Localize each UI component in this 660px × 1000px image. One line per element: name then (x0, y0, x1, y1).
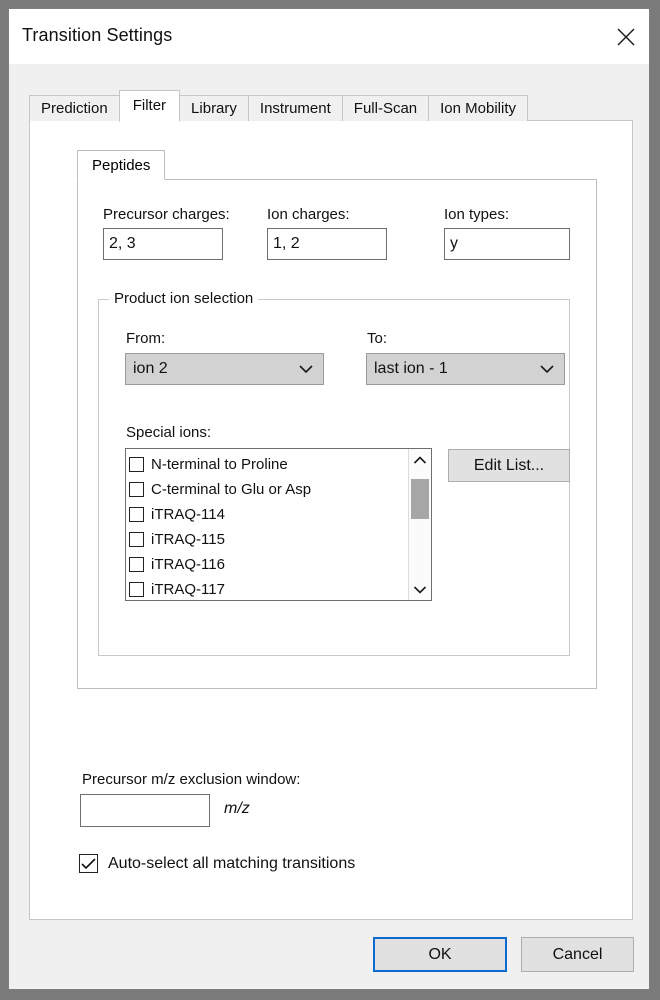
tab-full-scan[interactable]: Full-Scan (341, 95, 430, 121)
auto-select-checkbox-row[interactable]: Auto-select all matching transitions (79, 854, 355, 873)
from-label: From: (126, 330, 166, 347)
scroll-up-icon[interactable] (409, 449, 431, 471)
tab-filter[interactable]: Filter (118, 90, 181, 122)
checkbox-icon[interactable] (129, 457, 144, 472)
window-title: Transition Settings (22, 25, 173, 45)
list-item-label: C-terminal to Glu or Asp (151, 481, 312, 498)
from-dropdown-value: ion 2 (133, 360, 168, 377)
ion-charges-label: Ion charges: (267, 206, 350, 223)
list-item[interactable]: N-terminal to Proline (129, 452, 408, 477)
auto-select-label: Auto-select all matching transitions (108, 854, 356, 872)
checkbox-icon[interactable] (129, 482, 144, 497)
tab-instrument[interactable]: Instrument (247, 95, 343, 121)
precursor-charges-input[interactable]: 2, 3 (103, 228, 223, 260)
to-dropdown-value: last ion - 1 (374, 360, 448, 377)
filter-tab-page: Peptides Precursor charges: 2, 3 Ion cha… (29, 120, 633, 920)
list-item-label: iTRAQ-117 (151, 581, 225, 598)
exclusion-window-input[interactable] (80, 794, 210, 827)
title-bar: Transition Settings (9, 9, 649, 64)
exclusion-window-label: Precursor m/z exclusion window: (82, 771, 301, 788)
tab-ion-mobility[interactable]: Ion Mobility (428, 95, 529, 121)
to-label: To: (367, 330, 388, 347)
ion-types-label: Ion types: (444, 206, 510, 223)
product-ion-selection-group: Product ion selection From: ion 2 To: la… (98, 290, 570, 656)
special-ions-label: Special ions: (126, 424, 212, 441)
transition-settings-dialog: Transition Settings Prediction Filter Li… (8, 8, 650, 990)
chevron-down-glyph (540, 365, 554, 374)
checkmark-glyph (81, 857, 96, 869)
special-ions-listbox[interactable]: N-terminal to Proline C-terminal to Glu … (125, 448, 432, 601)
to-dropdown[interactable]: last ion - 1 (366, 353, 565, 385)
tab-prediction[interactable]: Prediction (29, 95, 120, 121)
chevron-up-glyph (413, 455, 427, 464)
chevron-down-icon (298, 354, 314, 384)
list-item-label: iTRAQ-116 (151, 556, 225, 573)
cancel-button[interactable]: Cancel (521, 937, 634, 972)
list-item[interactable]: iTRAQ-117 (129, 577, 408, 600)
list-item-label: N-terminal to Proline (151, 456, 288, 473)
list-item[interactable]: iTRAQ-116 (129, 552, 408, 577)
edit-list-button[interactable]: Edit List... (448, 449, 570, 482)
checkbox-icon[interactable] (79, 854, 98, 873)
checkbox-icon[interactable] (129, 582, 144, 597)
peptides-tabstrip: Peptides (77, 150, 166, 180)
tab-peptides[interactable]: Peptides (77, 150, 166, 180)
special-ions-scrollbar[interactable] (408, 449, 431, 600)
list-item[interactable]: C-terminal to Glu or Asp (129, 477, 408, 502)
chevron-down-glyph (299, 365, 313, 374)
list-item-label: iTRAQ-114 (151, 506, 225, 523)
special-ions-list: N-terminal to Proline C-terminal to Glu … (126, 449, 408, 600)
product-ion-selection-title: Product ion selection (109, 290, 259, 307)
precursor-charges-label: Precursor charges: (103, 206, 230, 223)
close-icon[interactable] (603, 9, 649, 64)
ion-types-input[interactable]: y (444, 228, 570, 260)
list-item[interactable]: iTRAQ-114 (129, 502, 408, 527)
checkbox-icon[interactable] (129, 557, 144, 572)
chevron-down-glyph (413, 585, 427, 594)
mz-unit-label: m/z (224, 800, 250, 817)
ion-charges-input[interactable]: 1, 2 (267, 228, 387, 260)
list-item-label: iTRAQ-115 (151, 531, 225, 548)
checkbox-icon[interactable] (129, 532, 144, 547)
scrollbar-thumb[interactable] (411, 479, 429, 519)
list-item[interactable]: iTRAQ-115 (129, 527, 408, 552)
ok-button[interactable]: OK (373, 937, 507, 972)
scroll-down-icon[interactable] (409, 578, 431, 600)
settings-tabstrip: Prediction Filter Library Instrument Ful… (29, 90, 529, 122)
tab-library[interactable]: Library (179, 95, 249, 121)
peptides-tab-page: Precursor charges: 2, 3 Ion charges: 1, … (77, 179, 597, 689)
chevron-down-icon (539, 354, 555, 384)
checkbox-icon[interactable] (129, 507, 144, 522)
from-dropdown[interactable]: ion 2 (125, 353, 324, 385)
close-icon-glyph (617, 28, 635, 45)
